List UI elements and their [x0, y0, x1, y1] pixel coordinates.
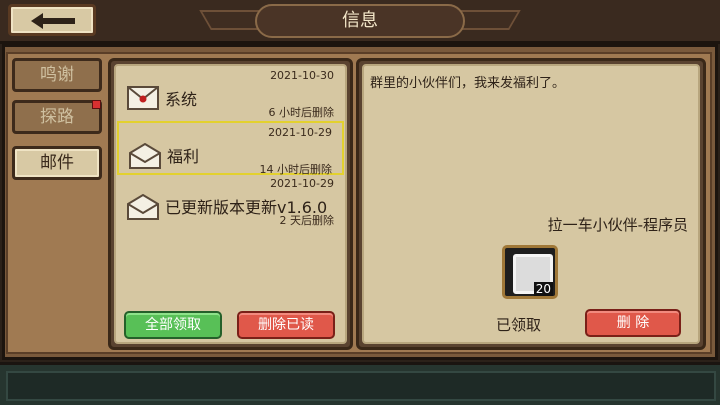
mail-item[interactable]: 已更新版本更新v1.6.0 2021-10-29 2 天后删除	[117, 174, 344, 228]
tab-mail[interactable]: 邮件	[12, 146, 102, 180]
delete-read-button[interactable]: 删除已读	[237, 311, 335, 339]
mail-expiry: 2 天后删除	[279, 214, 335, 227]
mail-date: 2021-10-29	[270, 177, 334, 190]
bottom-band	[0, 362, 720, 405]
mail-title: 系统	[165, 90, 198, 109]
delete-button[interactable]: 删 除	[585, 309, 681, 337]
mail-expiry: 6 小时后删除	[268, 106, 335, 119]
reward-quantity: 20	[533, 282, 553, 296]
open-envelope-icon	[127, 194, 159, 220]
page-title: 信息	[342, 10, 378, 31]
sealed-envelope-icon	[127, 86, 159, 110]
claim-status: 已领取	[496, 316, 542, 334]
title-plate: 信息	[255, 4, 465, 38]
open-envelope-icon	[129, 143, 161, 169]
bottom-strip	[6, 371, 716, 401]
mail-date: 2021-10-29	[268, 126, 332, 139]
mail-date: 2021-10-30	[270, 69, 334, 82]
tab-explore[interactable]: 探路	[12, 100, 102, 134]
tab-credits[interactable]: 鸣谢	[12, 58, 102, 92]
notification-dot-icon	[92, 100, 101, 109]
mail-body: 群里的小伙伴们，我来发福利了。	[370, 76, 566, 91]
mail-item[interactable]: 系统 2021-10-30 6 小时后删除	[117, 66, 344, 120]
mail-title: 福利	[167, 147, 200, 166]
mail-sender: 拉一车小伙伴-程序员	[547, 216, 688, 234]
back-button[interactable]	[8, 4, 96, 36]
claim-all-button[interactable]: 全部领取	[124, 311, 222, 339]
reward-item[interactable]: 20	[502, 245, 558, 299]
mail-detail	[362, 64, 700, 344]
mail-item-selected[interactable]: 福利 2021-10-29 14 小时后删除	[117, 121, 344, 176]
left-arrow-icon	[31, 13, 75, 29]
